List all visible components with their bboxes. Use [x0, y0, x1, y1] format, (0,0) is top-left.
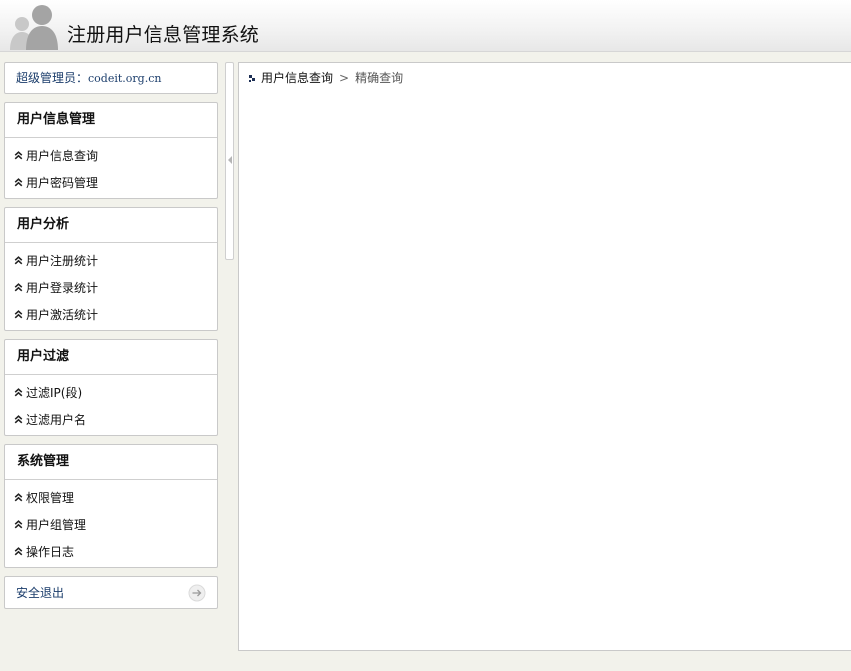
- double-chevron-up-icon: [14, 256, 23, 265]
- sidebar-item-label: 过滤用户名: [26, 413, 87, 427]
- breadcrumb-separator: >: [339, 71, 350, 85]
- breadcrumb: 用户信息查询 > 精确查询: [249, 71, 403, 85]
- double-chevron-up-icon: [14, 388, 23, 397]
- double-chevron-up-icon: [14, 178, 23, 187]
- panel-items: 过滤IP(段) 过滤用户名: [5, 375, 217, 435]
- sidebar: 超级管理员：codeit.org.cn 用户信息管理 用户信息查询 用户密码管理…: [4, 62, 218, 609]
- sidebar-item-label: 用户登录统计: [26, 281, 99, 295]
- panel-user-filter: 用户过滤 过滤IP(段) 过滤用户名: [4, 339, 218, 436]
- sidebar-item-label: 操作日志: [26, 545, 75, 559]
- sidebar-item-permission-management[interactable]: 权限管理: [5, 484, 217, 511]
- main-content: 用户信息查询 > 精确查询: [238, 62, 851, 651]
- sidebar-item-label: 用户激活统计: [26, 308, 99, 322]
- logout-label: 安全退出: [16, 586, 65, 600]
- panel-title: 用户分析: [5, 208, 217, 243]
- panel-items: 用户注册统计 用户登录统计 用户激活统计: [5, 243, 217, 330]
- sidebar-item-label: 用户密码管理: [26, 176, 99, 190]
- sidebar-item-operation-log[interactable]: 操作日志: [5, 538, 217, 565]
- sidebar-item-label: 权限管理: [26, 491, 75, 505]
- sidebar-item-registration-stats[interactable]: 用户注册统计: [5, 247, 217, 274]
- panel-system-management: 系统管理 权限管理 用户组管理 操作日志: [4, 444, 218, 568]
- sidebar-item-login-stats[interactable]: 用户登录统计: [5, 274, 217, 301]
- arrow-right-icon: [188, 584, 206, 602]
- users-logo-icon: [10, 5, 58, 50]
- panel-items: 权限管理 用户组管理 操作日志: [5, 480, 217, 567]
- double-chevron-up-icon: [14, 415, 23, 424]
- breadcrumb-icon: [249, 74, 255, 82]
- sidebar-item-activation-stats[interactable]: 用户激活统计: [5, 301, 217, 328]
- double-chevron-up-icon: [14, 520, 23, 529]
- admin-info: 超级管理员：codeit.org.cn: [4, 62, 218, 94]
- sidebar-item-filter-username[interactable]: 过滤用户名: [5, 406, 217, 433]
- sidebar-item-label: 用户组管理: [26, 518, 87, 532]
- app-header: 注册用户信息管理系统: [0, 0, 851, 52]
- sidebar-item-user-info-query[interactable]: 用户信息查询: [5, 142, 217, 169]
- admin-name: codeit.org.cn: [88, 72, 162, 85]
- app-title: 注册用户信息管理系统: [67, 24, 260, 46]
- sidebar-item-label: 过滤IP(段): [26, 386, 83, 400]
- panel-user-analysis: 用户分析 用户注册统计 用户登录统计 用户激活统计: [4, 207, 218, 331]
- sidebar-item-label: 用户信息查询: [26, 149, 99, 163]
- admin-label: 超级管理员：: [16, 71, 89, 85]
- breadcrumb-current: 精确查询: [355, 71, 404, 85]
- sidebar-item-user-group-management[interactable]: 用户组管理: [5, 511, 217, 538]
- sidebar-item-user-password-management[interactable]: 用户密码管理: [5, 169, 217, 196]
- breadcrumb-root[interactable]: 用户信息查询: [261, 71, 333, 85]
- double-chevron-up-icon: [14, 283, 23, 292]
- panel-title: 系统管理: [5, 445, 217, 480]
- panel-title: 用户过滤: [5, 340, 217, 375]
- panel-title: 用户信息管理: [5, 103, 217, 138]
- double-chevron-up-icon: [14, 547, 23, 556]
- sidebar-item-filter-ip[interactable]: 过滤IP(段): [5, 379, 217, 406]
- collapse-left-icon: [228, 156, 232, 164]
- panel-user-info-management: 用户信息管理 用户信息查询 用户密码管理: [4, 102, 218, 199]
- panel-items: 用户信息查询 用户密码管理: [5, 138, 217, 198]
- sidebar-item-label: 用户注册统计: [26, 254, 99, 268]
- double-chevron-up-icon: [14, 151, 23, 160]
- logout-button[interactable]: 安全退出: [4, 576, 218, 609]
- double-chevron-up-icon: [14, 310, 23, 319]
- sidebar-collapse-toggle[interactable]: [225, 62, 234, 260]
- double-chevron-up-icon: [14, 493, 23, 502]
